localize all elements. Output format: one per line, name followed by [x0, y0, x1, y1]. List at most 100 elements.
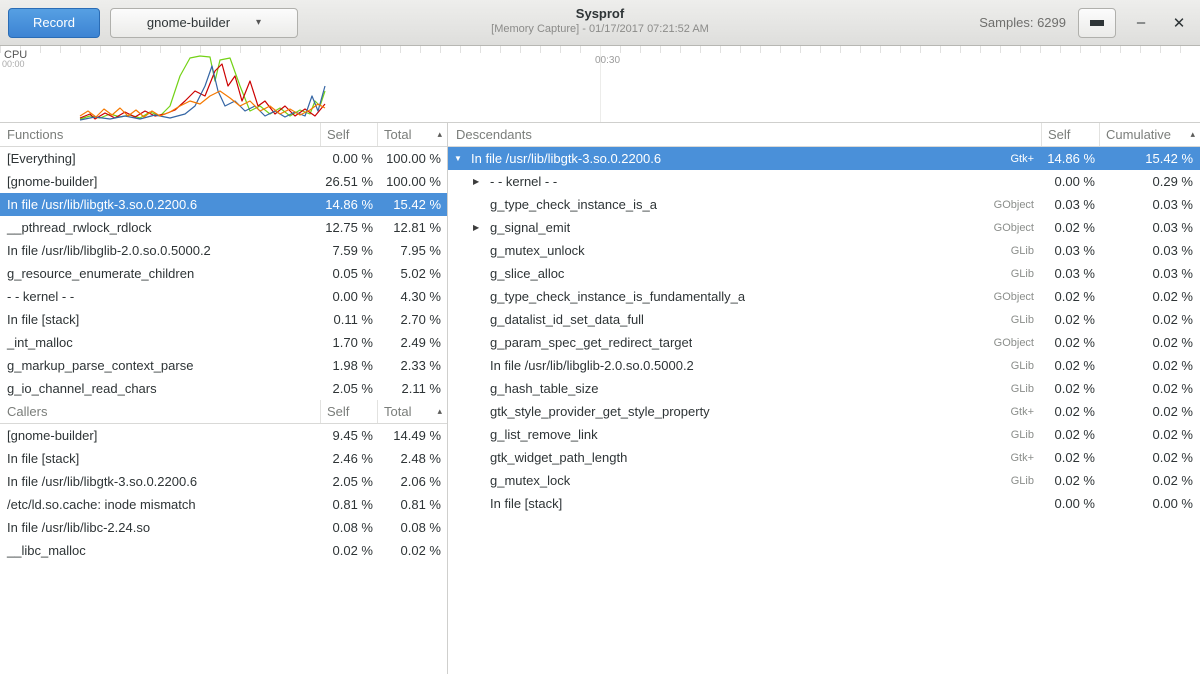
row-self-percent: 0.81 % [321, 497, 378, 512]
tree-row[interactable]: gtk_style_provider_get_style_propertyGtk… [448, 400, 1200, 423]
row-function-name: In file [stack] [0, 312, 321, 327]
menu-button[interactable] [1078, 8, 1116, 38]
row-total-percent: 100.00 % [378, 151, 447, 166]
library-badge: GLib [1011, 245, 1042, 257]
timeline-mid-label: 00:30 [595, 55, 620, 66]
row-total-percent: 100.00 % [378, 174, 447, 189]
descendants-cumulative-column-header[interactable]: Cumulative ▴ [1100, 123, 1200, 146]
library-badge: GObject [994, 199, 1042, 211]
tree-row[interactable]: ▶- - kernel - -0.00 %0.29 % [448, 170, 1200, 193]
table-row[interactable]: __libc_malloc0.02 %0.02 % [0, 539, 447, 562]
table-row[interactable]: In file /usr/lib/libglib-2.0.so.0.5000.2… [0, 239, 447, 262]
library-badge: GLib [1011, 383, 1042, 395]
tree-row[interactable]: In file [stack]0.00 %0.00 % [448, 492, 1200, 515]
library-badge: GLib [1011, 268, 1042, 280]
tree-row[interactable]: g_type_check_instance_is_fundamentally_a… [448, 285, 1200, 308]
callers-self-column-header[interactable]: Self [321, 400, 378, 423]
row-cumulative-percent: 0.02 % [1100, 381, 1200, 396]
callers-column-header[interactable]: Callers [0, 400, 321, 423]
tree-row[interactable]: g_type_check_instance_is_aGObject0.03 %0… [448, 193, 1200, 216]
headerbar: Record gnome-builder ▾ Sysprof [Memory C… [0, 0, 1200, 46]
row-cumulative-percent: 0.03 % [1100, 220, 1200, 235]
tree-row[interactable]: g_mutex_lockGLib0.02 %0.02 % [448, 469, 1200, 492]
expander-icon[interactable]: ▶ [473, 223, 490, 232]
row-function-name: gtk_style_provider_get_style_property [490, 404, 710, 419]
record-button[interactable]: Record [8, 8, 100, 38]
timeline-start-label: 00:00 [2, 59, 25, 69]
functions-self-column-header[interactable]: Self [321, 123, 378, 146]
tree-row[interactable]: g_hash_table_sizeGLib0.02 %0.02 % [448, 377, 1200, 400]
table-row[interactable]: _int_malloc1.70 %2.49 % [0, 331, 447, 354]
close-button[interactable]: ✕ [1166, 10, 1192, 36]
row-function-name: g_list_remove_link [490, 427, 598, 442]
process-selector-dropdown[interactable]: gnome-builder ▾ [110, 8, 298, 38]
tree-row[interactable]: gtk_widget_path_lengthGtk+0.02 %0.02 % [448, 446, 1200, 469]
table-row[interactable]: In file /usr/lib/libgtk-3.so.0.2200.62.0… [0, 470, 447, 493]
callers-total-column-header[interactable]: Total ▴ [378, 400, 447, 423]
row-function-name: /etc/ld.so.cache: inode mismatch [0, 497, 321, 512]
table-row[interactable]: In file /usr/lib/libgtk-3.so.0.2200.614.… [0, 193, 447, 216]
row-self-percent: 0.02 % [1042, 358, 1100, 373]
tree-row[interactable]: g_list_remove_linkGLib0.02 %0.02 % [448, 423, 1200, 446]
table-row[interactable]: __pthread_rwlock_rdlock12.75 %12.81 % [0, 216, 447, 239]
library-badge: GObject [994, 337, 1042, 349]
functions-header: Functions Self Total ▴ [0, 123, 447, 147]
tree-row[interactable]: ▼In file /usr/lib/libgtk-3.so.0.2200.6Gt… [448, 147, 1200, 170]
right-pane: Descendants Self Cumulative ▴ ▼In file /… [448, 123, 1200, 674]
tree-row[interactable]: g_datalist_id_set_data_fullGLib0.02 %0.0… [448, 308, 1200, 331]
library-badge: GObject [994, 222, 1042, 234]
library-badge: Gtk+ [1010, 153, 1042, 165]
library-badge: GLib [1011, 360, 1042, 372]
row-total-percent: 2.48 % [378, 451, 447, 466]
functions-column-header[interactable]: Functions [0, 123, 321, 146]
table-row[interactable]: In file [stack]0.11 %2.70 % [0, 308, 447, 331]
row-function-name: g_io_channel_read_chars [0, 381, 321, 396]
descendants-self-column-header[interactable]: Self [1042, 123, 1100, 146]
row-function-name: g_hash_table_size [490, 381, 598, 396]
expander-icon[interactable]: ▶ [473, 177, 490, 186]
descendants-header: Descendants Self Cumulative ▴ [448, 123, 1200, 147]
table-row[interactable]: In file /usr/lib/libc-2.24.so0.08 %0.08 … [0, 516, 447, 539]
library-badge: GLib [1011, 475, 1042, 487]
tree-row[interactable]: g_param_spec_get_redirect_targetGObject0… [448, 331, 1200, 354]
row-self-percent: 2.05 % [321, 381, 378, 396]
table-row[interactable]: g_markup_parse_context_parse1.98 %2.33 % [0, 354, 447, 377]
tree-row[interactable]: g_slice_allocGLib0.03 %0.03 % [448, 262, 1200, 285]
tree-row[interactable]: ▶g_signal_emitGObject0.02 %0.03 % [448, 216, 1200, 239]
row-cumulative-percent: 0.02 % [1100, 473, 1200, 488]
row-cumulative-percent: 0.02 % [1100, 404, 1200, 419]
expander-icon[interactable]: ▼ [454, 154, 471, 163]
row-self-percent: 0.03 % [1042, 197, 1100, 212]
callers-header: Callers Self Total ▴ [0, 400, 447, 424]
row-self-percent: 14.86 % [321, 197, 378, 212]
table-row[interactable]: - - kernel - -0.00 %4.30 % [0, 285, 447, 308]
chevron-down-icon: ▾ [256, 17, 261, 28]
row-function-name: [gnome-builder] [0, 174, 321, 189]
row-self-percent: 0.03 % [1042, 243, 1100, 258]
functions-rows: [Everything]0.00 %100.00 %[gnome-builder… [0, 147, 447, 400]
library-badge: GLib [1011, 314, 1042, 326]
row-total-percent: 2.06 % [378, 474, 447, 489]
table-row[interactable]: [Everything]0.00 %100.00 % [0, 147, 447, 170]
table-row[interactable]: g_io_channel_read_chars2.05 %2.11 % [0, 377, 447, 400]
table-row[interactable]: [gnome-builder]9.45 %14.49 % [0, 424, 447, 447]
row-self-percent: 7.59 % [321, 243, 378, 258]
row-function-name: In file /usr/lib/libglib-2.0.so.0.5000.2 [490, 358, 694, 373]
row-total-percent: 7.95 % [378, 243, 447, 258]
tree-row[interactable]: In file /usr/lib/libglib-2.0.so.0.5000.2… [448, 354, 1200, 377]
functions-total-column-header[interactable]: Total ▴ [378, 123, 447, 146]
row-total-percent: 4.30 % [378, 289, 447, 304]
row-total-percent: 15.42 % [378, 197, 447, 212]
table-row[interactable]: g_resource_enumerate_children0.05 %5.02 … [0, 262, 447, 285]
minimize-button[interactable]: – [1128, 10, 1154, 36]
row-total-percent: 5.02 % [378, 266, 447, 281]
descendants-column-header[interactable]: Descendants [448, 123, 1042, 146]
table-row[interactable]: [gnome-builder]26.51 %100.00 % [0, 170, 447, 193]
tree-row[interactable]: g_mutex_unlockGLib0.03 %0.03 % [448, 239, 1200, 262]
row-cumulative-percent: 0.03 % [1100, 197, 1200, 212]
cpu-graph-area: CPU 00:00 00:30 [0, 46, 1200, 123]
row-function-name: __libc_malloc [0, 543, 321, 558]
table-row[interactable]: In file [stack]2.46 %2.48 % [0, 447, 447, 470]
row-function-name: [Everything] [0, 151, 321, 166]
table-row[interactable]: /etc/ld.so.cache: inode mismatch0.81 %0.… [0, 493, 447, 516]
